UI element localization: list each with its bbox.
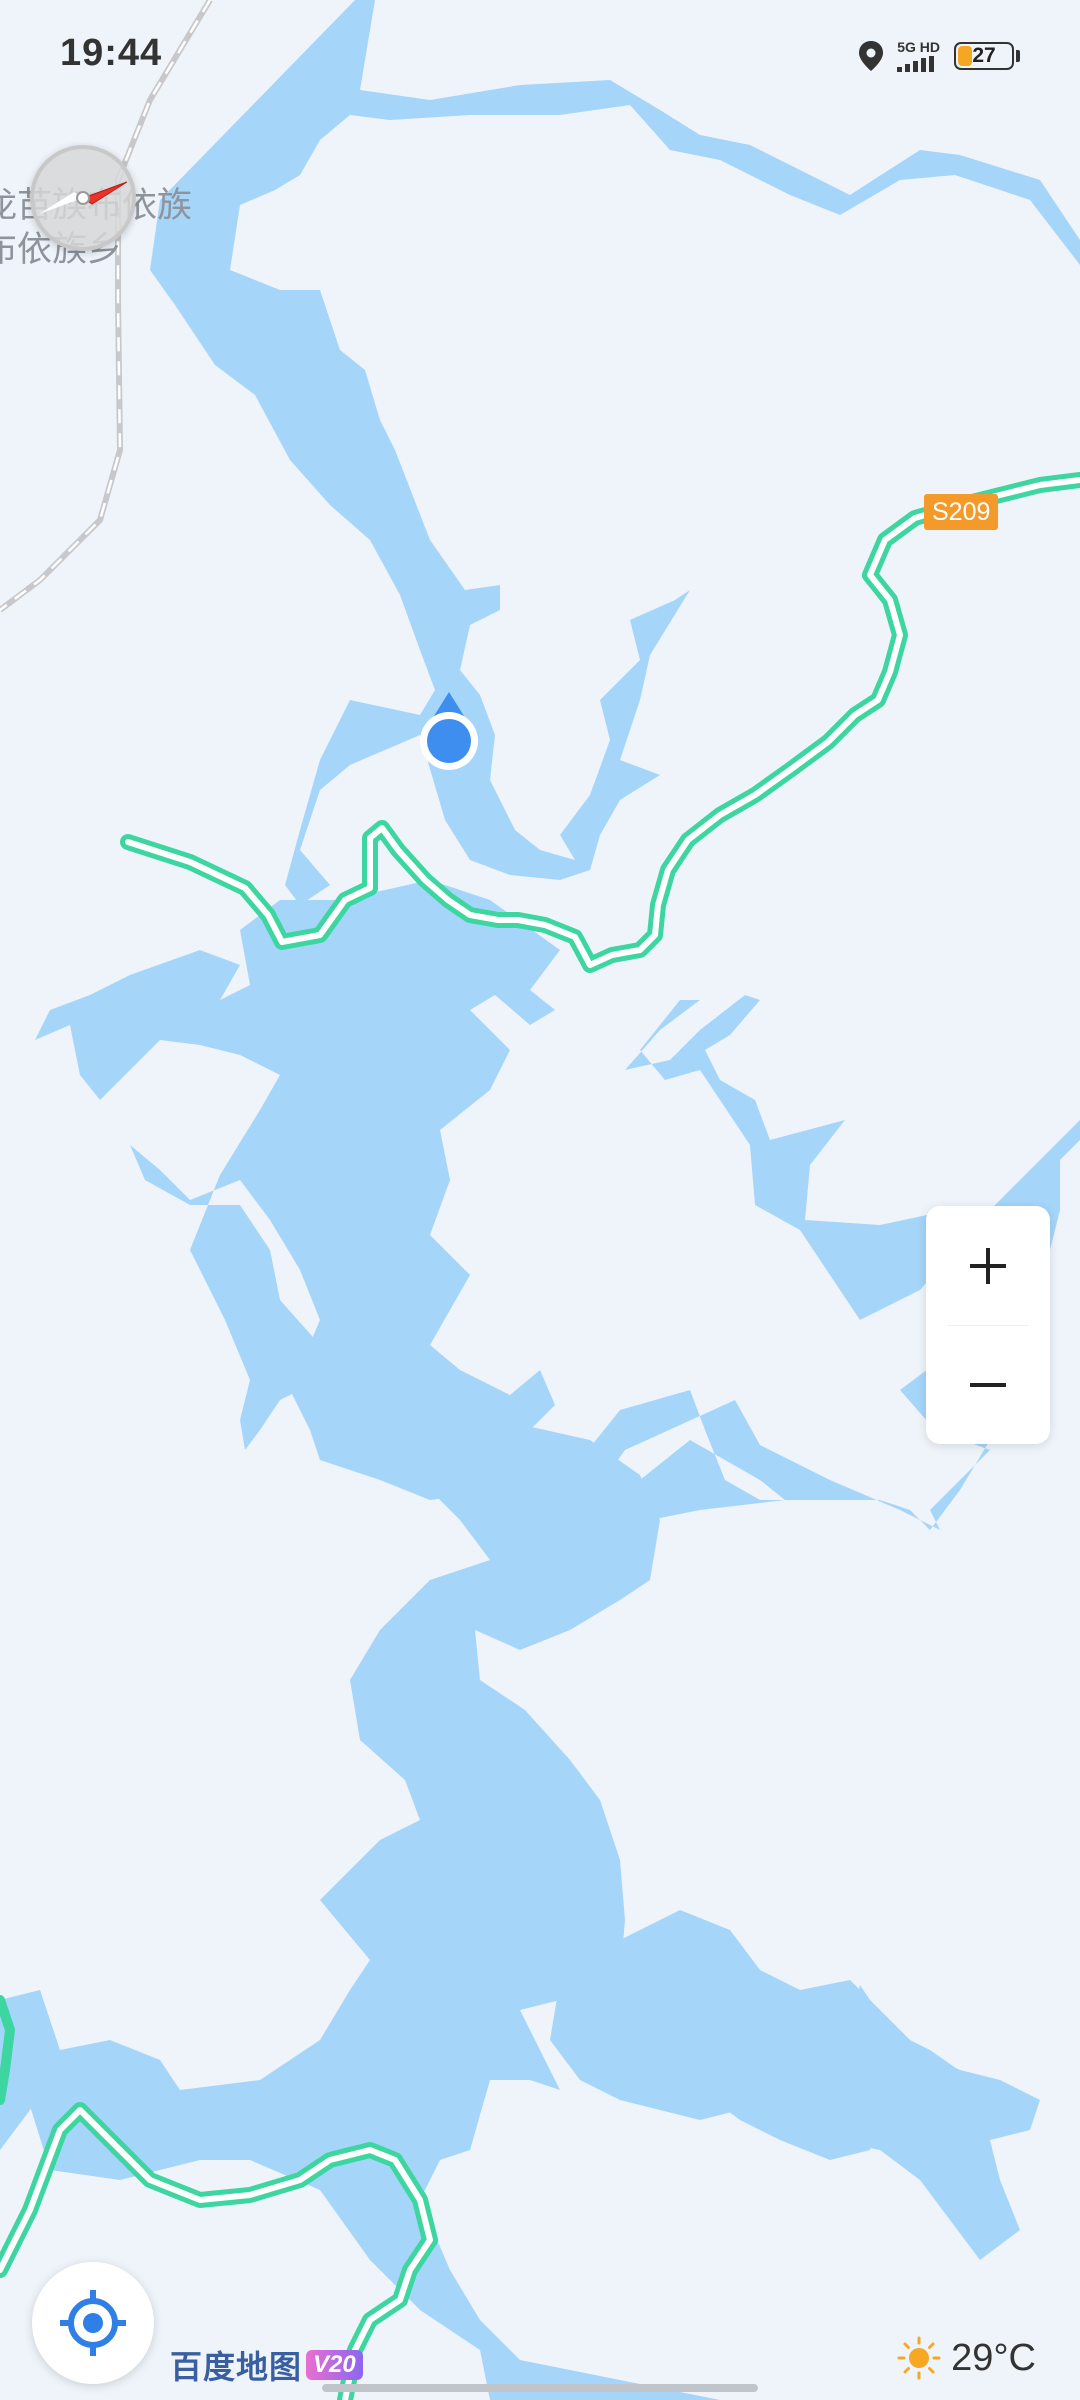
status-time: 19:44 (60, 32, 163, 74)
location-dot (427, 719, 471, 763)
zoom-in-button[interactable] (926, 1206, 1050, 1325)
network-label: 5G HD (897, 39, 940, 55)
brand-version-badge: V20 (306, 2350, 363, 2380)
brand-logo: 百度地图 V20 (170, 2342, 363, 2388)
status-icons: 5G HD 27 (859, 34, 1020, 78)
brand-name: 百度地图 (170, 2349, 303, 2385)
plus-icon (970, 1247, 1006, 1284)
zoom-controls (926, 1206, 1050, 1444)
home-indicator[interactable] (322, 2384, 758, 2392)
battery-cap (1016, 50, 1020, 62)
signal-bars-icon (897, 56, 935, 72)
location-pin-icon (859, 41, 884, 71)
road-shield-s209: S209 (924, 494, 999, 530)
map-canvas[interactable] (0, 0, 1080, 2400)
weather-temperature: 29°C (951, 2336, 1036, 2379)
land-area (0, 0, 1080, 2400)
compass-icon (39, 181, 128, 214)
compass-button[interactable] (30, 145, 136, 251)
locate-button[interactable] (32, 2262, 154, 2384)
battery-icon: 27 (954, 42, 1014, 70)
battery-level: 27 (972, 44, 996, 67)
battery-fill (958, 46, 973, 66)
locate-icon (60, 2290, 126, 2356)
status-bar: 19:44 5G HD 27 (0, 0, 1080, 110)
network-indicator: 5G HD (897, 40, 940, 72)
minus-icon (970, 1382, 1006, 1387)
zoom-out-button[interactable] (926, 1325, 1050, 1444)
weather-widget[interactable]: 29°C (897, 2336, 1036, 2380)
sun-icon (897, 2336, 941, 2380)
